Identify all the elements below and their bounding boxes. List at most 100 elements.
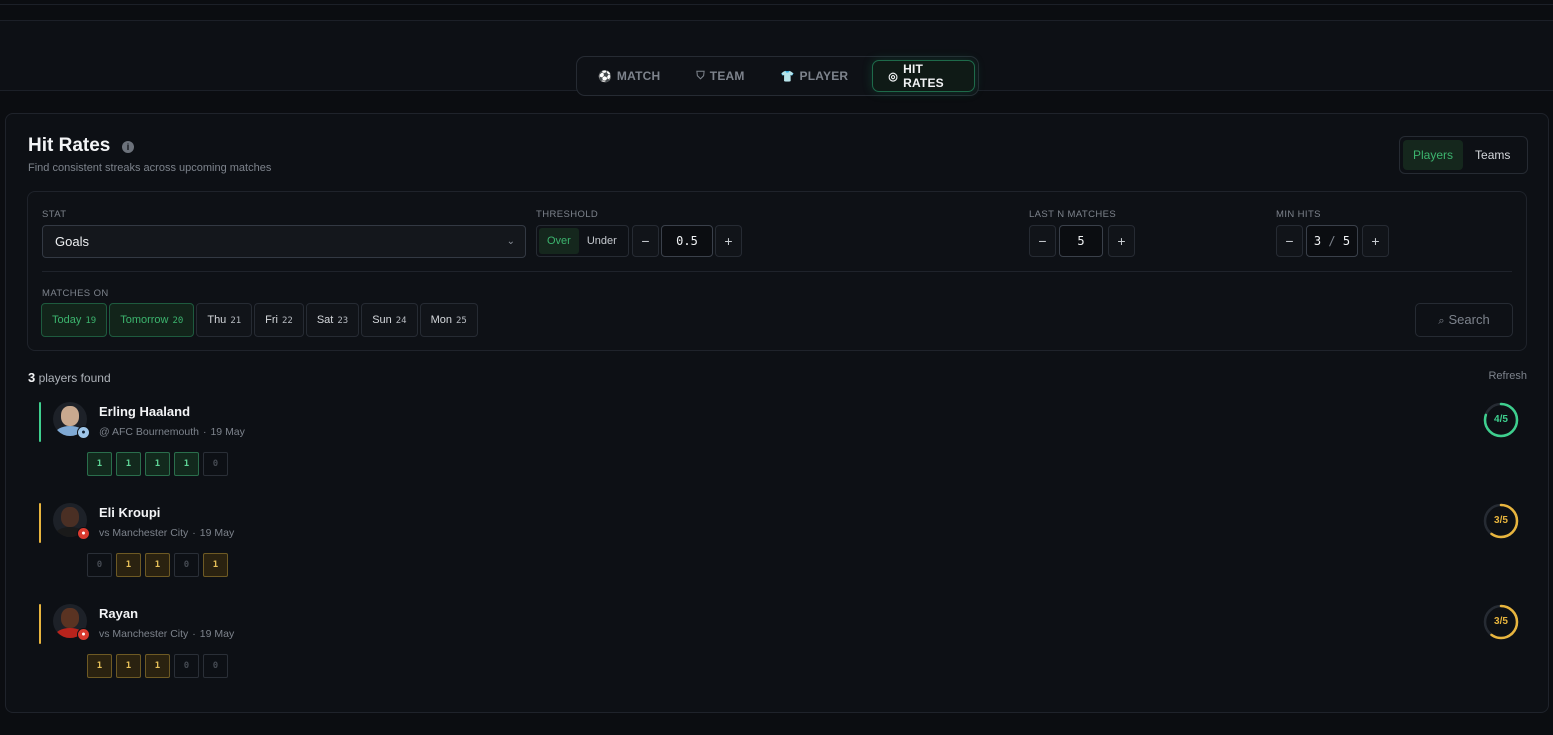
player-row[interactable]: ● Eli Kroupi vs Manchester City · 19 May 0… [39,503,1519,591]
hit-box: 0 [174,553,199,577]
last-n-increment-button[interactable]: + [1108,225,1135,257]
date-chip-num: 25 [456,316,467,326]
team-badge-icon: ● [77,527,90,540]
hit-history: 11100 [87,654,228,678]
date-chip-day: Sun [372,314,392,326]
hit-box: 0 [203,452,228,476]
last-n-decrement-button[interactable]: − [1029,225,1056,257]
hit-box: 1 [116,553,141,577]
last-n-input[interactable]: 5 [1059,225,1103,257]
min-hits-input[interactable]: 3 / 5 [1306,225,1358,257]
min-hits-value: 3 [1313,234,1322,248]
date-chip-mon[interactable]: Mon 25 [419,303,478,337]
threshold-decrement-button[interactable]: − [632,225,659,257]
search-button[interactable]: ⌕ Search [1415,303,1513,337]
results-count: 3 players found [28,370,111,385]
filters-panel: STAT Goals ⌄ THRESHOLD Over Under − 0.5 … [27,191,1527,351]
team-badge-icon: ● [77,628,90,641]
tab-team[interactable]: ⛉ TEAM [678,60,762,92]
date-chip-sun[interactable]: Sun 24 [361,303,418,337]
hit-box: 1 [116,452,141,476]
top-bar: ⚽ MATCH ⛉ TEAM 👕 PLAYER ◎ HIT RATES [0,20,1553,96]
page-subtitle: Find consistent streaks across upcoming … [28,162,272,174]
tab-player-label: PLAYER [799,69,849,83]
fixture-date: 19 May [210,426,245,438]
hit-rate-score: 4/5 [1494,414,1508,425]
hit-box: 1 [145,654,170,678]
hit-box: 0 [87,553,112,577]
hit-box: 1 [203,553,228,577]
row-accent [39,604,41,644]
date-chip-num: 19 [85,316,97,326]
date-chip-fri[interactable]: Fri 22 [254,303,304,337]
hit-box: 0 [203,654,228,678]
filters-divider [42,271,1512,272]
hit-box: 1 [145,553,170,577]
fixture-opponent: @ AFC Bournemouth [99,426,199,438]
min-hits-decrement-button[interactable]: − [1276,225,1303,257]
hit-history: 11110 [87,452,228,476]
date-chip-day: Tomorrow [120,314,169,326]
threshold-input[interactable]: 0.5 [661,225,713,257]
date-chip-tomorrow[interactable]: Tomorrow 20 [109,303,195,337]
date-chips: Today 19 Tomorrow 20 Thu 21 Fri 22 Sat 23 Sun… [41,303,478,337]
over-button[interactable]: Over [539,228,579,254]
hit-history: 01101 [87,553,228,577]
min-hits-separator: / [1328,234,1336,248]
min-hits-increment-button[interactable]: + [1362,225,1389,257]
player-row[interactable]: ● Erling Haaland @ AFC Bournemouth · 19 Ma… [39,402,1519,490]
tab-hit-rates[interactable]: ◎ HIT RATES [872,60,975,92]
date-chip-sat[interactable]: Sat 23 [305,303,360,337]
player-row[interactable]: ● Rayan vs Manchester City · 19 May 11100 … [39,604,1519,692]
date-chip-day: Mon [430,314,453,326]
players-teams-toggle: Players Teams [1399,136,1528,174]
hit-box: 1 [87,452,112,476]
date-chip-thu[interactable]: Thu 21 [196,303,253,337]
min-hits-total: 5 [1342,234,1351,248]
under-button[interactable]: Under [579,228,625,254]
hit-box: 1 [116,654,141,678]
nav-tabs: ⚽ MATCH ⛉ TEAM 👕 PLAYER ◎ HIT RATES [576,56,979,96]
hit-box: 1 [174,452,199,476]
players-toggle-button[interactable]: Players [1403,140,1464,170]
stat-select[interactable]: Goals ⌄ [42,225,526,258]
date-chip-num: 23 [337,316,349,326]
threshold-label: THRESHOLD [536,209,599,220]
info-icon[interactable]: i [122,141,134,153]
date-chip-day: Today [52,314,82,326]
last-n-label: LAST N MATCHES [1029,209,1117,220]
tab-team-label: TEAM [709,69,745,83]
tab-match[interactable]: ⚽ MATCH [580,60,678,92]
hit-box: 1 [87,654,112,678]
target-icon: ◎ [888,70,899,83]
chevron-down-icon: ⌄ [506,236,515,247]
player-name: Eli Kroupi [99,505,161,520]
date-chip-day: Thu [207,314,227,326]
tab-player[interactable]: 👕 PLAYER [763,60,867,92]
player-name: Rayan [99,606,139,621]
threshold-increment-button[interactable]: + [715,225,742,257]
player-name: Erling Haaland [99,404,191,419]
search-button-label: Search [1448,312,1490,327]
results-count-suffix: players found [38,371,111,385]
hit-box: 0 [174,654,199,678]
date-chip-day: Fri [265,314,278,326]
date-chip-today[interactable]: Today 19 [41,303,108,337]
refresh-button[interactable]: Refresh [1488,370,1527,382]
fixture-date: 19 May [199,628,235,640]
over-under-toggle: Over Under [536,225,629,257]
tab-hit-rates-label: HIT RATES [903,62,944,90]
teams-toggle-button[interactable]: Teams [1465,140,1520,170]
tab-match-label: MATCH [616,69,661,83]
team-badge-icon: ● [77,426,90,439]
player-fixture: @ AFC Bournemouth · 19 May [99,426,245,438]
date-chip-num: 24 [395,316,407,326]
results-count-number: 3 [28,370,36,385]
hit-rates-panel: Hit Rates i Find consistent streaks acro… [5,113,1549,713]
top-divider [0,4,1553,5]
stat-select-value: Goals [55,234,89,249]
fixture-date: 19 May [199,527,235,539]
row-accent [39,402,41,442]
page-title: Hit Rates [28,135,111,156]
player-fixture: vs Manchester City · 19 May [99,527,235,539]
